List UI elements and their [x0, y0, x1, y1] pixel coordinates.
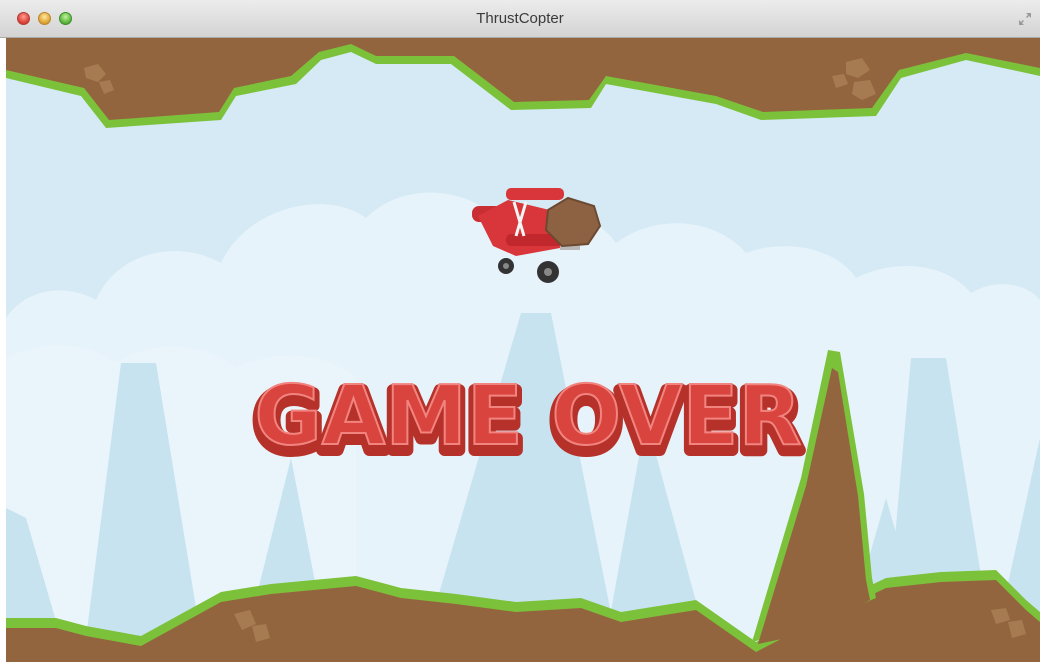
window-title: ThrustCopter	[476, 10, 564, 27]
game-over-label: GAME OVER	[254, 369, 801, 464]
game-over-text: GAME OVER GAME OVER	[248, 368, 807, 476]
game-canvas[interactable]: GAME OVER GAME OVER	[6, 38, 1040, 662]
fullscreen-icon[interactable]	[1018, 12, 1032, 26]
game-scene: GAME OVER GAME OVER	[6, 38, 1040, 662]
title-bar[interactable]: ThrustCopter	[0, 0, 1040, 38]
app-window: ThrustCopter GAME OVER GAME OVER	[0, 0, 1040, 662]
